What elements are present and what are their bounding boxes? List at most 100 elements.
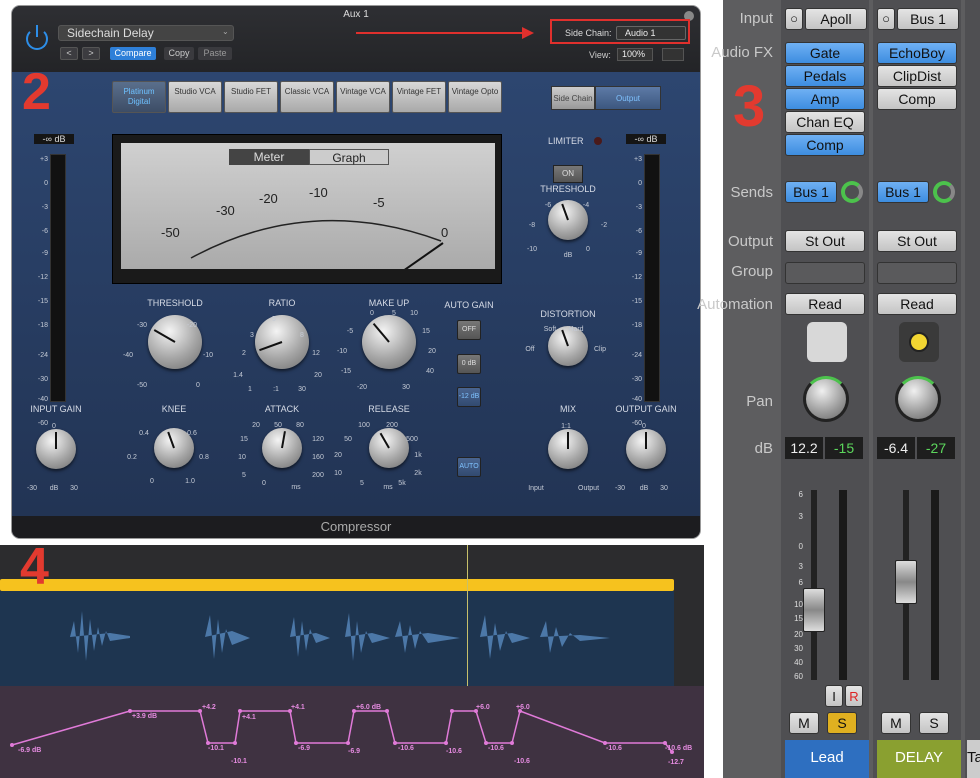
- channel-2-solo-button[interactable]: S: [919, 712, 949, 734]
- plugin-footer: Compressor: [12, 516, 700, 538]
- channel-1-input-monitor-button[interactable]: I: [825, 685, 843, 707]
- input-gain-knob[interactable]: [36, 429, 76, 469]
- distortion-tick: Clip: [593, 346, 607, 353]
- channel-2-fx-slot[interactable]: Comp: [877, 88, 957, 110]
- model-button-vintage-vca[interactable]: Vintage VCA: [336, 81, 390, 113]
- output-view-button[interactable]: Output: [595, 86, 661, 110]
- threshold-tick: -40: [122, 352, 134, 359]
- output-meter-tick: -12: [631, 274, 642, 281]
- channel-1-fx-slot[interactable]: Chan EQ: [785, 111, 865, 133]
- channel-1-group-slot[interactable]: [785, 262, 865, 284]
- channel-1-solo-button[interactable]: S: [827, 712, 857, 734]
- previous-preset-button[interactable]: <: [60, 47, 78, 60]
- model-button-vintage-opto[interactable]: Vintage Opto: [448, 81, 502, 113]
- automation-curve[interactable]: [0, 686, 704, 778]
- lim-threshold-tick: dB: [563, 252, 573, 259]
- auto-gain-minus12db-button[interactable]: -12 dB: [457, 387, 481, 407]
- side-chain-view-button[interactable]: Side Chain: [551, 86, 595, 110]
- auto-gain-off-button[interactable]: OFF: [457, 320, 481, 340]
- mix-knob[interactable]: [548, 429, 588, 469]
- channel-2-automation-mode[interactable]: Read: [877, 293, 957, 315]
- channel-1-volume-readout: 12.2: [785, 437, 823, 459]
- limiter-on-button[interactable]: ON: [553, 165, 583, 183]
- model-button-studio-vca[interactable]: Studio VCA: [168, 81, 222, 113]
- mixer-row-label: Automation: [697, 296, 773, 313]
- output-meter-tick: -24: [631, 352, 642, 359]
- paste-button[interactable]: Paste: [198, 47, 232, 60]
- fader-scale-tick: 15: [794, 614, 803, 623]
- channel-2-output-slot[interactable]: St Out: [877, 230, 957, 252]
- channel-1-send-slot[interactable]: Bus 1: [785, 181, 837, 203]
- input-gain-tick: 0: [52, 423, 56, 430]
- channel-1-fx-slot[interactable]: Pedals: [785, 65, 865, 87]
- makeup-knob[interactable]: [362, 315, 416, 369]
- channel-1-pan-knob[interactable]: [803, 376, 849, 422]
- attack-tick: 50: [274, 422, 282, 429]
- output-meter-tick: -6: [635, 228, 642, 235]
- makeup-tick: -15: [340, 368, 352, 375]
- compare-button[interactable]: Compare: [110, 47, 156, 60]
- view-label: View:: [589, 50, 611, 60]
- channel-1-automation-mode[interactable]: Read: [785, 293, 865, 315]
- channel-1-channel-icon: [807, 322, 847, 362]
- channel-2-input-slot[interactable]: Bus 1: [897, 8, 959, 30]
- channel-strip-partial: [965, 0, 980, 778]
- channel-2-send-slot[interactable]: Bus 1: [877, 181, 929, 203]
- input-meter-tick: -9: [41, 250, 48, 257]
- channel-1-mute-button[interactable]: M: [789, 712, 819, 734]
- channel-3-name-label[interactable]: Ta: [967, 740, 980, 778]
- output-meter-tick: 0: [638, 180, 642, 187]
- output-level-readout: -∞ dB: [626, 134, 666, 144]
- attack-tick: ms: [291, 484, 301, 491]
- copy-button[interactable]: Copy: [164, 47, 194, 60]
- channel-1-input-slot[interactable]: Apoll: [805, 8, 867, 30]
- next-preset-button[interactable]: >: [82, 47, 100, 60]
- ratio-tick: 3: [250, 332, 254, 339]
- channel-1-volume-fader[interactable]: [803, 588, 825, 632]
- channel-2-mute-button[interactable]: M: [881, 712, 911, 734]
- ratio-knob[interactable]: [255, 315, 309, 369]
- channel-1-send-level-knob[interactable]: [841, 181, 863, 203]
- attack-knob[interactable]: [262, 428, 302, 468]
- channel-1-fx-slot[interactable]: Amp: [785, 88, 865, 110]
- lim-threshold-tick: -2: [600, 222, 608, 229]
- release-tick: 5: [360, 480, 364, 487]
- release-knob-indicator: [379, 432, 390, 449]
- channel-2-level-meter: [931, 490, 939, 680]
- channel-2-volume-fader[interactable]: [895, 560, 917, 604]
- channel-2-input-format-button[interactable]: ○: [877, 8, 895, 30]
- release-knob[interactable]: [369, 428, 409, 468]
- auto-release-button[interactable]: AUTO: [457, 457, 481, 477]
- release-tick: 500: [406, 436, 418, 443]
- channel-2-send-level-knob[interactable]: [933, 181, 955, 203]
- channel-2-group-slot[interactable]: [877, 262, 957, 284]
- input-meter-tick: -3: [41, 204, 48, 211]
- channel-1-fx-slot[interactable]: Gate: [785, 42, 865, 64]
- output-gain-knob[interactable]: [626, 429, 666, 469]
- makeup-tick: 0: [370, 310, 374, 317]
- model-button-classic-vca[interactable]: Classic VCA: [280, 81, 334, 113]
- ratio-tick: 8: [300, 332, 304, 339]
- model-button-studio-fet[interactable]: Studio FET: [224, 81, 278, 113]
- channel-2-name-label[interactable]: DELAY: [877, 740, 961, 778]
- automation-value-label: +6.0 dB: [356, 704, 382, 711]
- distortion-tick: Hard: [568, 326, 584, 333]
- view-zoom-select[interactable]: 100%: [617, 48, 653, 61]
- channel-1-name-label[interactable]: Lead: [785, 740, 869, 778]
- region-header-bar[interactable]: [0, 579, 674, 591]
- channel-1-input-format-button[interactable]: ○: [785, 8, 803, 30]
- attack-tick: 15: [240, 436, 248, 443]
- channel-1-output-slot[interactable]: St Out: [785, 230, 865, 252]
- channel-2-fx-slot[interactable]: EchoBoy: [877, 42, 957, 64]
- input-gain-tick: -30: [26, 485, 38, 492]
- automation-value-label: -6.9 dB: [18, 747, 42, 754]
- lim-threshold-label: THRESHOLD: [540, 184, 596, 194]
- channel-2-fx-slot[interactable]: ClipDist: [877, 65, 957, 87]
- auto-gain-0db-button[interactable]: 0 dB: [457, 354, 481, 374]
- model-button-vintage-fet[interactable]: Vintage FET: [392, 81, 446, 113]
- preset-menu[interactable]: Sidechain Delay: [58, 25, 234, 41]
- channel-1-record-button[interactable]: R: [845, 685, 863, 707]
- channel-2-pan-knob[interactable]: [895, 376, 941, 422]
- channel-1-fx-slot[interactable]: Comp: [785, 134, 865, 156]
- model-button-platinum-digital[interactable]: Platinum Digital: [112, 81, 166, 113]
